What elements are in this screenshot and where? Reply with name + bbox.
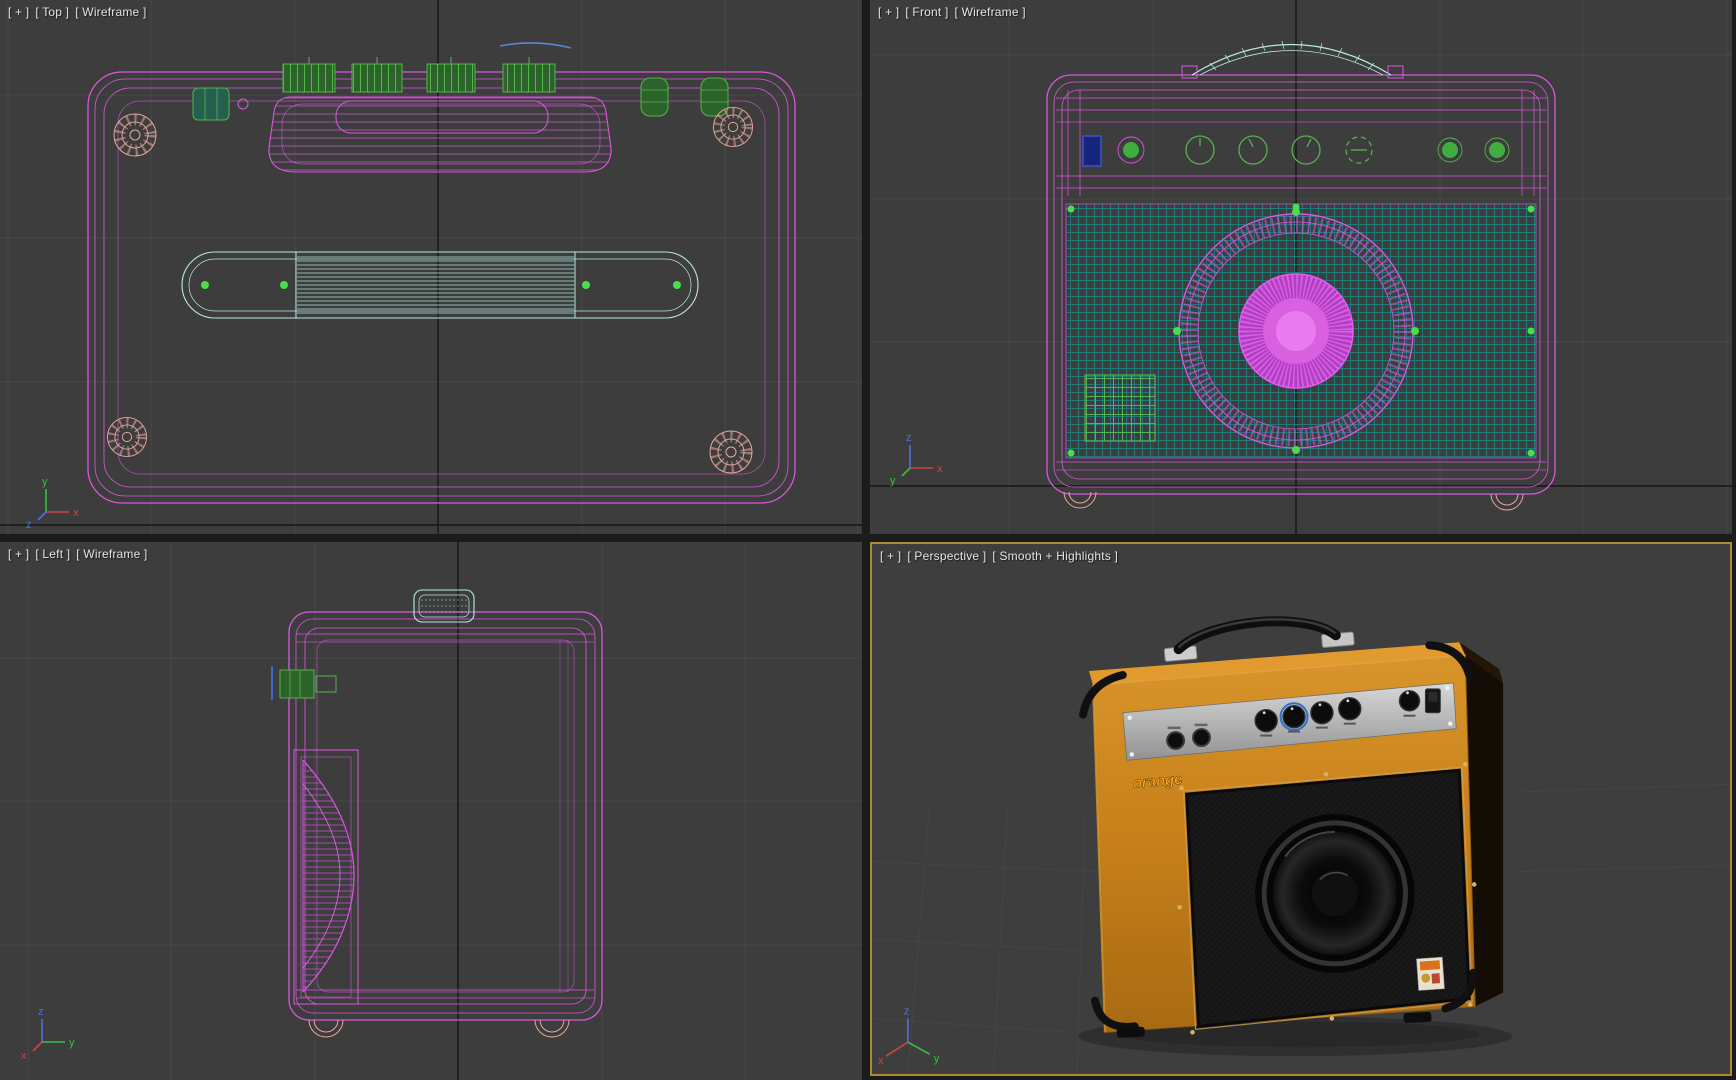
- viewport-shading-menu[interactable]: [ Wireframe ]: [75, 5, 146, 19]
- port-grid: [1084, 374, 1156, 442]
- viewport-shading-menu[interactable]: [ Smooth + Highlights ]: [992, 549, 1118, 563]
- viewport-view-menu[interactable]: [ Front ]: [905, 5, 948, 19]
- grid: [0, 542, 862, 1080]
- viewport-front[interactable]: z x y [ + ] [ Front ] [ Wireframe ]: [870, 0, 1732, 534]
- viewport-perspective[interactable]: orange z y x [+] [Perspective] [Smo…: [870, 542, 1732, 1076]
- svg-text:x: x: [21, 1050, 27, 1062]
- viewport-view-menu[interactable]: [ Left ]: [35, 547, 70, 561]
- viewport-shading-menu[interactable]: [ Wireframe ]: [955, 5, 1026, 19]
- viewport-front-canvas[interactable]: z x y: [870, 0, 1732, 534]
- viewport-view-menu[interactable]: [ Perspective ]: [907, 549, 986, 563]
- svg-text:y: y: [42, 476, 48, 488]
- viewport-label-perspective: [ + ] [ Perspective ] [ Smooth + Highlig…: [880, 549, 1118, 563]
- handle-mount: [1387, 65, 1404, 79]
- axis-tripod: z y x: [21, 1006, 75, 1062]
- viewport-top[interactable]: y x z [ + ] [ Top ] [ Wireframe ]: [0, 0, 862, 534]
- speaker: [1255, 813, 1415, 973]
- amp-foot: [1116, 1026, 1145, 1038]
- viewport-menu-button[interactable]: [ + ]: [8, 5, 29, 19]
- axis-tripod: z x y: [890, 432, 943, 487]
- svg-text:x: x: [937, 463, 943, 475]
- svg-text:z: z: [906, 432, 912, 444]
- handle-side: [413, 589, 475, 623]
- carry-strap: [1173, 616, 1341, 655]
- viewport-left[interactable]: z y x [ + ] [ Left ] [ Wireframe ]: [0, 542, 862, 1080]
- input-jack: [1082, 135, 1102, 167]
- sticker: [1416, 956, 1445, 991]
- svg-text:y: y: [69, 1037, 75, 1049]
- svg-text:y: y: [934, 1053, 940, 1065]
- front-knobs: [1117, 135, 1510, 165]
- svg-text:y: y: [890, 475, 896, 487]
- svg-text:x: x: [73, 507, 79, 519]
- speaker-side-wireframe: [293, 749, 359, 1005]
- viewport-label-front: [ + ] [ Front ] [ Wireframe ]: [878, 5, 1026, 19]
- amp-carry-handle: [1191, 40, 1392, 76]
- viewport-left-canvas[interactable]: z y x: [0, 542, 862, 1080]
- amp-handle-bar: [181, 251, 699, 319]
- axis-tripod: y x z: [26, 476, 79, 531]
- viewport-perspective-canvas[interactable]: orange z y x: [872, 544, 1730, 1074]
- small-ring: [237, 98, 249, 110]
- viewport-label-top: [ + ] [ Top ] [ Wireframe ]: [8, 5, 147, 19]
- viewport-shading-menu[interactable]: [ Wireframe ]: [76, 547, 147, 561]
- viewport-top-canvas[interactable]: y x z: [0, 0, 862, 534]
- viewport-menu-button[interactable]: [ + ]: [8, 547, 29, 561]
- front-feet: [1063, 491, 1524, 511]
- viewport-menu-button[interactable]: [ + ]: [880, 549, 901, 563]
- side-feet: [308, 1019, 570, 1038]
- svg-text:z: z: [26, 519, 32, 531]
- amp-handle-recess: [268, 96, 612, 173]
- viewport-menu-button[interactable]: [ + ]: [878, 5, 899, 19]
- side-jack-parts: [271, 666, 337, 700]
- cable-curve: [499, 42, 572, 49]
- svg-text:x: x: [878, 1055, 884, 1067]
- svg-text:z: z: [38, 1006, 44, 1018]
- viewport-view-menu[interactable]: [ Top ]: [35, 5, 69, 19]
- svg-text:z: z: [904, 1005, 909, 1017]
- viewport-label-left: [ + ] [ Left ] [ Wireframe ]: [8, 547, 148, 561]
- amp-3d-render: orange: [1078, 616, 1513, 1057]
- handle-mount: [1181, 65, 1198, 79]
- amp-foot: [1403, 1011, 1432, 1023]
